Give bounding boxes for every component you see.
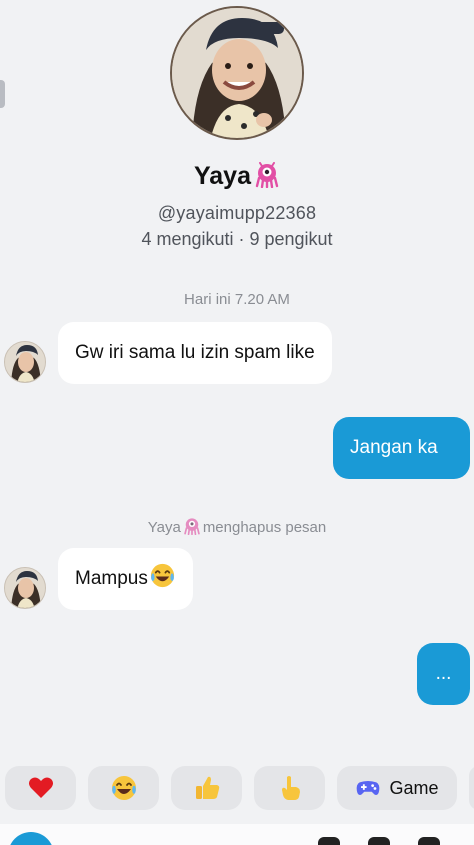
game-chip-label: Game	[389, 777, 439, 798]
pointing-hand-icon	[281, 776, 300, 800]
alien-monster-icon	[255, 162, 279, 188]
outgoing-message-bubble[interactable]: Jangan ka	[333, 417, 470, 479]
notice-name: Yaya	[147, 519, 181, 536]
profile-avatar[interactable]	[170, 6, 304, 140]
incoming-message-bubble[interactable]: Mampus	[58, 548, 193, 610]
laughing-tears-icon	[150, 563, 174, 588]
outgoing-message-text: ...	[435, 663, 452, 684]
heart-reaction-chip[interactable]	[5, 766, 76, 810]
heart-icon	[28, 777, 53, 798]
profile-name-row: Yaya	[0, 162, 474, 191]
notice-text: menghapus pesan	[202, 519, 327, 536]
laughing-tears-icon	[111, 776, 136, 800]
game-controller-icon	[357, 781, 380, 795]
message-timestamp: Hari ini 7.20 AM	[184, 291, 290, 308]
input-bar-icons	[318, 833, 468, 845]
profile-stats[interactable]: 4 mengikuti · 9 pengikut	[0, 229, 474, 250]
alien-monster-icon	[184, 518, 200, 535]
input-icon[interactable]	[318, 837, 340, 845]
outgoing-message-bubble[interactable]: ...	[417, 643, 470, 705]
more-reactions-chip[interactable]	[469, 766, 474, 810]
incoming-message-text: Gw iri sama lu izin spam like	[75, 342, 315, 363]
side-edge-tab[interactable]	[0, 80, 5, 108]
deleted-message-notice: Yaya menghapus pesan	[0, 517, 474, 536]
sender-avatar[interactable]	[4, 341, 46, 383]
incoming-message-text: Mampus	[75, 568, 148, 589]
outgoing-message-text: Jangan ka	[350, 437, 438, 458]
thumbs-up-reaction-chip[interactable]	[171, 766, 242, 810]
thumbs-up-icon	[195, 776, 219, 799]
incoming-message-bubble[interactable]: Gw iri sama lu izin spam like	[58, 322, 332, 384]
sender-avatar[interactable]	[4, 567, 46, 609]
profile-handle: @yayaimupp22368	[157, 203, 317, 223]
game-chip[interactable]: Game	[337, 766, 457, 810]
laugh-reaction-chip[interactable]	[88, 766, 159, 810]
pointing-hand-reaction-chip[interactable]	[254, 766, 325, 810]
profile-name: Yaya	[193, 162, 251, 190]
input-icon[interactable]	[418, 837, 440, 845]
input-icon[interactable]	[368, 837, 390, 845]
quick-reaction-bar: Game	[0, 766, 474, 812]
